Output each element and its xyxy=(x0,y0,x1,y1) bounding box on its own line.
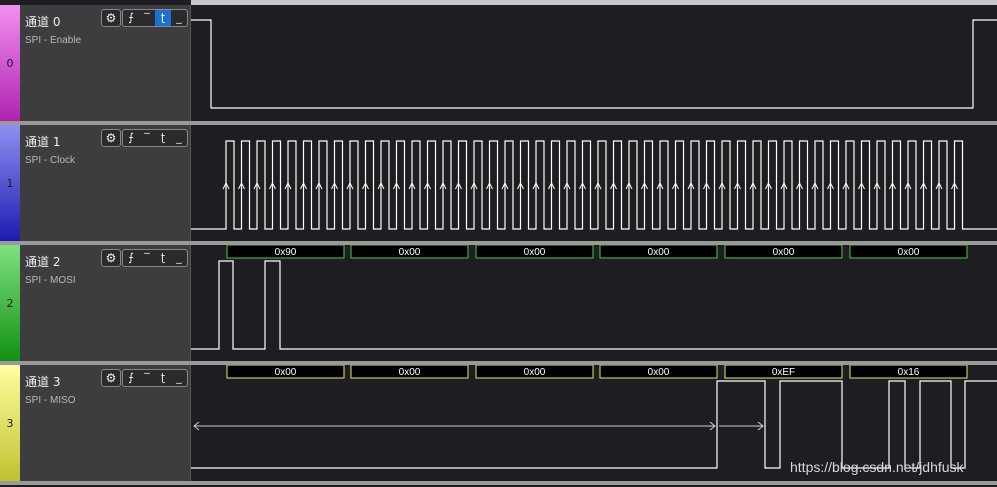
trigger-selector[interactable]: ⨍ ‾ ʈ _ xyxy=(122,9,188,27)
channel-title: 通道 1 xyxy=(25,135,61,149)
miso-byte-box[interactable]: 0x00 xyxy=(226,365,345,379)
byte-value: 0x00 xyxy=(399,367,421,378)
channel-subtitle: SPI - MOSI xyxy=(25,275,76,286)
byte-value: 0x00 xyxy=(524,247,546,258)
channel-0-row: 0 通道 0 SPI - Enable ⚙ ⨍ ‾ ʈ _ xyxy=(0,5,997,125)
channel-number: 3 xyxy=(6,417,14,430)
low-level-icon[interactable]: _ xyxy=(171,250,187,266)
gear-icon[interactable]: ⚙ xyxy=(101,129,121,147)
mosi-byte-box[interactable]: 0x90 xyxy=(226,245,345,259)
miso-byte-box[interactable]: 0x00 xyxy=(475,365,594,379)
miso-byte-box[interactable]: 0x00 xyxy=(599,365,718,379)
falling-edge-icon[interactable]: ʈ xyxy=(155,130,171,146)
channel-subtitle: SPI - Enable xyxy=(25,35,82,46)
channel-subtitle: SPI - Clock xyxy=(25,155,76,166)
byte-value: 0x00 xyxy=(275,367,297,378)
channel-1-row: 1 通道 1 SPI - Clock ⚙ ⨍ ‾ ʈ _ xyxy=(0,125,997,245)
trigger-selector[interactable]: ⨍ ‾ ʈ _ xyxy=(122,369,188,387)
byte-value: 0x00 xyxy=(898,247,920,258)
gear-icon[interactable]: ⚙ xyxy=(101,9,121,27)
mosi-waveform[interactable]: 0x90 0x00 0x00 0x00 0x00 0x00 xyxy=(191,245,997,365)
miso-byte-box[interactable]: 0xEF xyxy=(724,365,843,379)
mosi-byte-box[interactable]: 0x00 xyxy=(350,245,469,259)
channel-2-row: 2 通道 2 SPI - MOSI ⚙ ⨍ ‾ ʈ _ 0x90 0x00 0x00… xyxy=(0,245,997,365)
channel-title: 通道 0 xyxy=(25,15,61,29)
high-level-icon[interactable]: ‾ xyxy=(139,370,155,386)
rising-edge-icon[interactable]: ⨍ xyxy=(123,130,139,146)
channel-separator xyxy=(0,481,997,485)
channel-panel: 通道 2 SPI - MOSI ⚙ ⨍ ‾ ʈ _ xyxy=(20,245,191,363)
byte-value: 0xEF xyxy=(772,367,795,378)
gear-icon[interactable]: ⚙ xyxy=(101,369,121,387)
mosi-byte-box[interactable]: 0x00 xyxy=(724,245,843,259)
channel-number: 1 xyxy=(6,177,14,190)
trigger-selector[interactable]: ⨍ ‾ ʈ _ xyxy=(122,249,188,267)
falling-edge-icon[interactable]: ʈ xyxy=(155,250,171,266)
byte-value: 0x00 xyxy=(524,367,546,378)
watermark: https://blog.csdn.net/jdhfusk xyxy=(790,459,964,475)
rising-edge-icon[interactable]: ⨍ xyxy=(123,250,139,266)
channel-title: 通道 2 xyxy=(25,255,61,269)
byte-value: 0x00 xyxy=(648,247,670,258)
byte-value: 0x00 xyxy=(773,247,795,258)
channel-panel: 通道 0 SPI - Enable ⚙ ⨍ ‾ ʈ _ xyxy=(20,5,191,123)
byte-value: 0x00 xyxy=(399,247,421,258)
mosi-byte-box[interactable]: 0x00 xyxy=(475,245,594,259)
channel-title: 通道 3 xyxy=(25,375,61,389)
high-level-icon[interactable]: ‾ xyxy=(139,10,155,26)
low-level-icon[interactable]: _ xyxy=(171,10,187,26)
byte-value: 0x90 xyxy=(275,247,297,258)
rising-edge-icon[interactable]: ⨍ xyxy=(123,370,139,386)
gear-icon[interactable]: ⚙ xyxy=(101,249,121,267)
low-level-icon[interactable]: _ xyxy=(171,130,187,146)
channel-number: 2 xyxy=(6,297,14,310)
miso-byte-box[interactable]: 0x16 xyxy=(849,365,968,379)
byte-value: 0x16 xyxy=(898,367,920,378)
byte-value: 0x00 xyxy=(648,367,670,378)
high-level-icon[interactable]: ‾ xyxy=(139,130,155,146)
mosi-byte-box[interactable]: 0x00 xyxy=(599,245,718,259)
falling-edge-icon[interactable]: ʈ xyxy=(155,10,171,26)
high-level-icon[interactable]: ‾ xyxy=(139,250,155,266)
channel-number: 0 xyxy=(6,57,14,70)
miso-byte-box[interactable]: 0x00 xyxy=(350,365,469,379)
enable-waveform[interactable] xyxy=(191,5,997,125)
trigger-selector[interactable]: ⨍ ‾ ʈ _ xyxy=(122,129,188,147)
channel-subtitle: SPI - MISO xyxy=(25,395,76,406)
timing-measure-arrow xyxy=(193,421,764,431)
channel-panel: 通道 1 SPI - Clock ⚙ ⨍ ‾ ʈ _ xyxy=(20,125,191,243)
rising-edge-icon[interactable]: ⨍ xyxy=(123,10,139,26)
clock-waveform[interactable] xyxy=(191,125,997,245)
mosi-byte-box[interactable]: 0x00 xyxy=(849,245,968,259)
falling-edge-icon[interactable]: ʈ xyxy=(155,370,171,386)
low-level-icon[interactable]: _ xyxy=(171,370,187,386)
channel-panel: 通道 3 SPI - MISO ⚙ ⨍ ‾ ʈ _ xyxy=(20,365,191,483)
